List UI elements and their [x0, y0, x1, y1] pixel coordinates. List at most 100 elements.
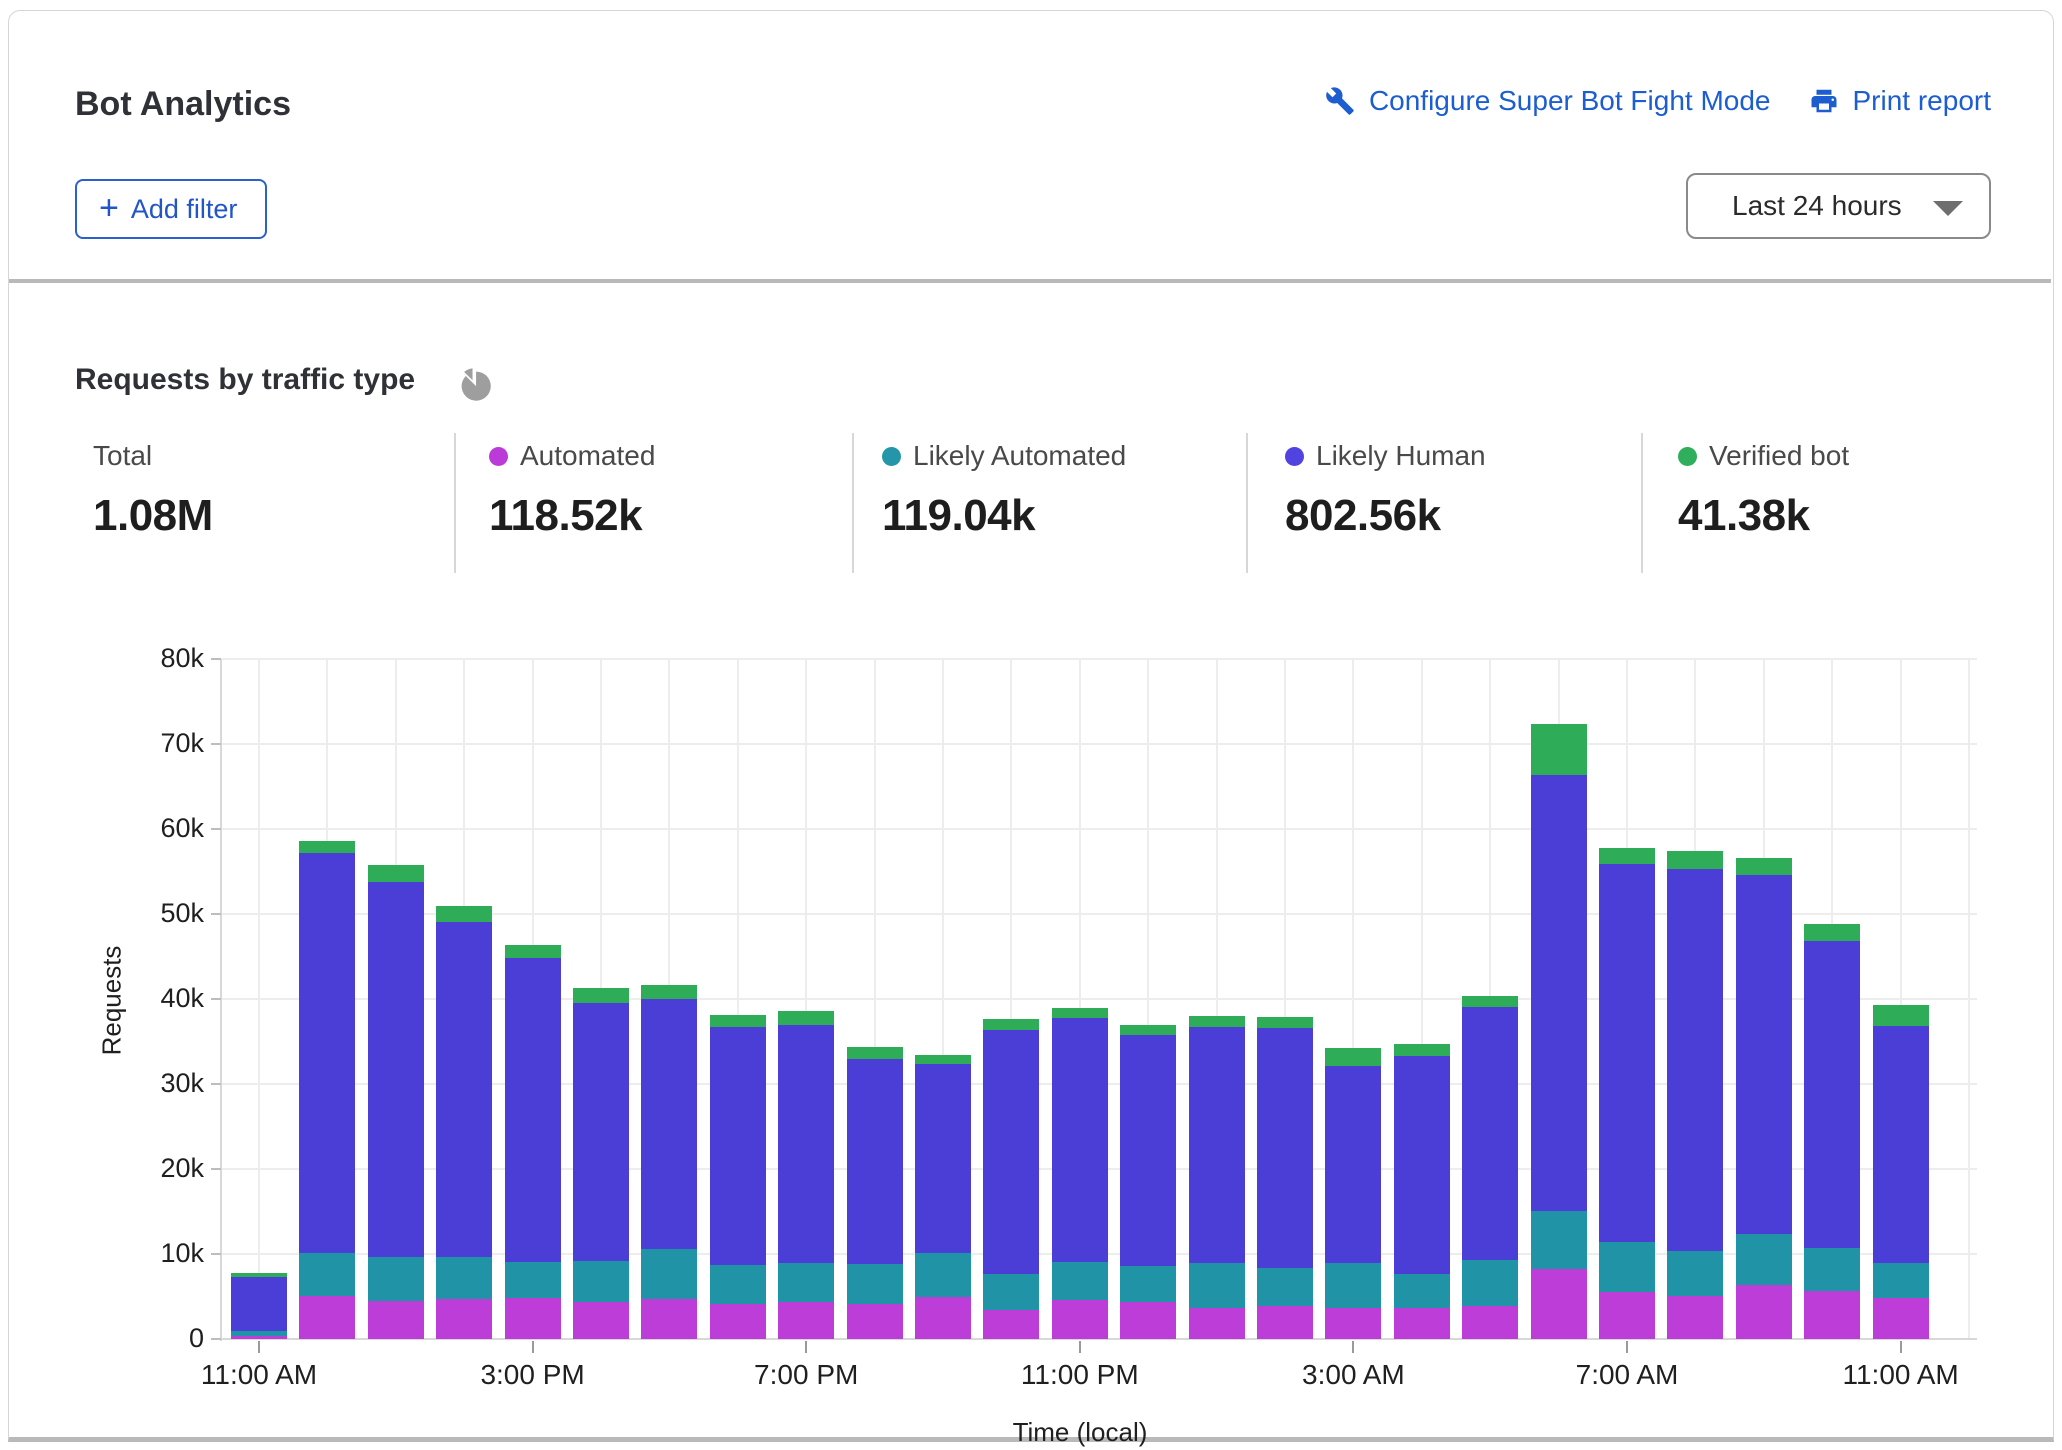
bar-segment-verified-bot-6:00-am[interactable] — [1531, 724, 1587, 775]
bar-segment-likely-human-11:00-pm[interactable] — [1052, 1018, 1108, 1262]
bar-segment-automated-7:00-pm[interactable] — [778, 1302, 834, 1339]
bar-segment-likely-automated-3:00-pm[interactable] — [505, 1262, 561, 1299]
bar-segment-verified-bot-3:00-pm[interactable] — [505, 945, 561, 958]
bar-segment-likely-automated-12:00-am[interactable] — [1120, 1266, 1176, 1303]
bar-segment-likely-automated-7:00-am[interactable] — [1599, 1242, 1655, 1292]
bar-segment-likely-human-8:00-am[interactable] — [1667, 869, 1723, 1251]
bar-segment-likely-human-4:00-pm[interactable] — [573, 1003, 629, 1261]
add-filter-button[interactable]: + Add filter — [75, 179, 267, 239]
bar-segment-automated-2:00-am[interactable] — [1257, 1306, 1313, 1339]
bar-segment-automated-6:00-am[interactable] — [1531, 1269, 1587, 1339]
bar-segment-likely-automated-9:00-pm[interactable] — [915, 1253, 971, 1296]
bar-segment-likely-automated-2:00-pm[interactable] — [436, 1257, 492, 1299]
bar-segment-automated-4:00-pm[interactable] — [573, 1302, 629, 1339]
bar-segment-automated-9:00-pm[interactable] — [915, 1297, 971, 1340]
bar-segment-automated-1:00-pm[interactable] — [368, 1301, 424, 1339]
bar-segment-verified-bot-12:00-am[interactable] — [1120, 1025, 1176, 1035]
bar-segment-verified-bot-8:00-am[interactable] — [1667, 851, 1723, 869]
bar-segment-automated-3:00-pm[interactable] — [505, 1298, 561, 1339]
bar-segment-verified-bot-2:00-am[interactable] — [1257, 1017, 1313, 1028]
bar-segment-likely-human-5:00-am[interactable] — [1462, 1007, 1518, 1260]
bar-segment-likely-automated-2:00-am[interactable] — [1257, 1268, 1313, 1306]
bar-segment-automated-8:00-pm[interactable] — [847, 1304, 903, 1339]
bar-segment-likely-automated-11:00-am[interactable] — [1873, 1263, 1929, 1299]
bar-segment-automated-7:00-am[interactable] — [1599, 1292, 1655, 1339]
configure-super-bot-fight-mode-link[interactable]: Configure Super Bot Fight Mode — [1325, 85, 1771, 117]
bar-segment-automated-11:00-pm[interactable] — [1052, 1300, 1108, 1339]
bar-segment-automated-5:00-pm[interactable] — [641, 1299, 697, 1339]
bar-segment-likely-human-12:00-pm[interactable] — [299, 853, 355, 1253]
bar-segment-likely-human-4:00-am[interactable] — [1394, 1056, 1450, 1274]
bar-segment-automated-10:00-am[interactable] — [1804, 1291, 1860, 1339]
bar-segment-likely-automated-12:00-pm[interactable] — [299, 1253, 355, 1296]
bar-segment-likely-human-3:00-pm[interactable] — [505, 958, 561, 1261]
bar-segment-automated-6:00-pm[interactable] — [710, 1304, 766, 1339]
bar-segment-automated-9:00-am[interactable] — [1736, 1285, 1792, 1339]
bar-segment-verified-bot-6:00-pm[interactable] — [710, 1015, 766, 1027]
bar-segment-verified-bot-4:00-pm[interactable] — [573, 988, 629, 1003]
bar-segment-likely-automated-8:00-pm[interactable] — [847, 1264, 903, 1304]
bar-segment-verified-bot-10:00-pm[interactable] — [983, 1019, 1039, 1029]
bar-segment-likely-automated-10:00-am[interactable] — [1804, 1248, 1860, 1291]
time-range-select[interactable]: Last 24 hours — [1686, 173, 1991, 239]
bar-segment-verified-bot-7:00-am[interactable] — [1599, 848, 1655, 864]
bar-segment-likely-automated-4:00-pm[interactable] — [573, 1261, 629, 1302]
bar-segment-verified-bot-9:00-pm[interactable] — [915, 1055, 971, 1064]
bar-segment-likely-human-8:00-pm[interactable] — [847, 1059, 903, 1265]
bar-segment-likely-automated-10:00-pm[interactable] — [983, 1274, 1039, 1311]
bar-segment-likely-human-1:00-pm[interactable] — [368, 882, 424, 1258]
bar-segment-likely-automated-1:00-am[interactable] — [1189, 1263, 1245, 1308]
bar-segment-verified-bot-11:00-am[interactable] — [1873, 1005, 1929, 1026]
bar-segment-automated-12:00-am[interactable] — [1120, 1302, 1176, 1339]
bar-segment-likely-automated-11:00-am[interactable] — [231, 1331, 287, 1336]
bar-segment-verified-bot-2:00-pm[interactable] — [436, 906, 492, 922]
bar-segment-automated-11:00-am[interactable] — [231, 1336, 287, 1339]
bar-segment-likely-human-11:00-am[interactable] — [1873, 1026, 1929, 1262]
bar-segment-verified-bot-1:00-am[interactable] — [1189, 1016, 1245, 1027]
bar-segment-verified-bot-7:00-pm[interactable] — [778, 1011, 834, 1025]
bar-segment-likely-human-10:00-pm[interactable] — [983, 1030, 1039, 1274]
bar-segment-likely-automated-11:00-pm[interactable] — [1052, 1262, 1108, 1300]
bar-segment-verified-bot-8:00-pm[interactable] — [847, 1047, 903, 1058]
bar-segment-automated-11:00-am[interactable] — [1873, 1298, 1929, 1339]
bar-segment-automated-2:00-pm[interactable] — [436, 1299, 492, 1339]
bar-segment-likely-automated-7:00-pm[interactable] — [778, 1263, 834, 1302]
bar-segment-automated-3:00-am[interactable] — [1325, 1308, 1381, 1339]
bar-segment-likely-human-1:00-am[interactable] — [1189, 1027, 1245, 1262]
bar-segment-verified-bot-12:00-pm[interactable] — [299, 841, 355, 853]
bar-segment-verified-bot-5:00-am[interactable] — [1462, 996, 1518, 1007]
bar-segment-automated-8:00-am[interactable] — [1667, 1296, 1723, 1339]
bar-segment-likely-human-5:00-pm[interactable] — [641, 999, 697, 1249]
bar-segment-likely-automated-4:00-am[interactable] — [1394, 1274, 1450, 1308]
bar-segment-verified-bot-4:00-am[interactable] — [1394, 1044, 1450, 1056]
bar-segment-automated-10:00-pm[interactable] — [983, 1310, 1039, 1339]
bar-segment-automated-1:00-am[interactable] — [1189, 1308, 1245, 1339]
bar-segment-automated-12:00-pm[interactable] — [299, 1296, 355, 1339]
bar-segment-verified-bot-11:00-am[interactable] — [231, 1273, 287, 1277]
print-report-link[interactable]: Print report — [1809, 85, 1992, 117]
bar-segment-likely-human-10:00-am[interactable] — [1804, 941, 1860, 1248]
bar-segment-verified-bot-11:00-pm[interactable] — [1052, 1008, 1108, 1018]
bar-segment-likely-automated-8:00-am[interactable] — [1667, 1251, 1723, 1296]
bar-segment-verified-bot-9:00-am[interactable] — [1736, 858, 1792, 875]
bar-segment-likely-automated-6:00-am[interactable] — [1531, 1211, 1587, 1270]
bar-segment-verified-bot-1:00-pm[interactable] — [368, 865, 424, 882]
bar-segment-likely-automated-3:00-am[interactable] — [1325, 1263, 1381, 1307]
bar-segment-likely-human-2:00-pm[interactable] — [436, 922, 492, 1258]
bar-segment-likely-human-3:00-am[interactable] — [1325, 1066, 1381, 1263]
bar-segment-automated-4:00-am[interactable] — [1394, 1308, 1450, 1339]
bar-segment-likely-automated-5:00-pm[interactable] — [641, 1249, 697, 1299]
bar-segment-likely-human-2:00-am[interactable] — [1257, 1028, 1313, 1268]
bar-segment-likely-automated-9:00-am[interactable] — [1736, 1234, 1792, 1285]
bar-segment-likely-human-12:00-am[interactable] — [1120, 1035, 1176, 1266]
bar-segment-likely-human-9:00-am[interactable] — [1736, 875, 1792, 1235]
bar-segment-likely-automated-5:00-am[interactable] — [1462, 1260, 1518, 1306]
bar-segment-likely-human-7:00-pm[interactable] — [778, 1025, 834, 1263]
bar-segment-likely-human-6:00-pm[interactable] — [710, 1027, 766, 1265]
bar-segment-likely-human-7:00-am[interactable] — [1599, 864, 1655, 1242]
bar-segment-likely-human-6:00-am[interactable] — [1531, 775, 1587, 1211]
bar-segment-likely-automated-1:00-pm[interactable] — [368, 1257, 424, 1300]
bar-segment-verified-bot-10:00-am[interactable] — [1804, 924, 1860, 941]
bar-segment-likely-human-11:00-am[interactable] — [231, 1277, 287, 1331]
bar-segment-likely-human-9:00-pm[interactable] — [915, 1064, 971, 1253]
